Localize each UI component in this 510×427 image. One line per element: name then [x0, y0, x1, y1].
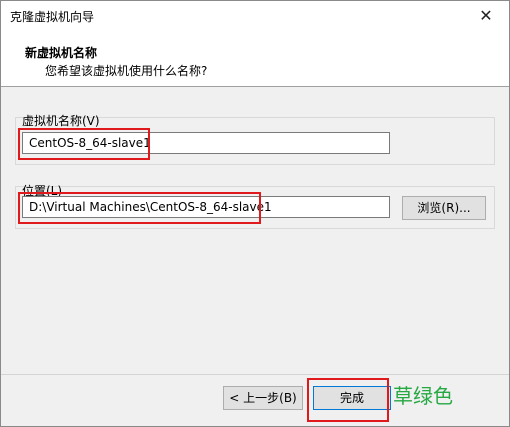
browse-button[interactable]: 浏览(R)... — [402, 196, 486, 220]
location-input-highlight — [18, 192, 261, 224]
footer-separator — [1, 374, 509, 375]
finish-button-highlight — [307, 378, 389, 422]
name-label: 虚拟机名称(V) — [22, 114, 100, 128]
watermark-text: 草绿色 — [393, 384, 453, 408]
title-bar: 克隆虚拟机向导 ✕ — [1, 1, 509, 31]
wizard-header: 新虚拟机名称 您希望该虚拟机使用什么名称? — [1, 31, 509, 87]
close-icon[interactable]: ✕ — [469, 3, 503, 29]
page-subtitle: 您希望该虚拟机使用什么名称? — [45, 64, 208, 78]
name-input-highlight — [18, 128, 150, 160]
clone-vm-wizard-dialog: 克隆虚拟机向导 ✕ 新虚拟机名称 您希望该虚拟机使用什么名称? 虚拟机名称(V)… — [0, 0, 510, 427]
back-button[interactable]: < 上一步(B) — [223, 386, 303, 410]
page-title: 新虚拟机名称 — [25, 46, 98, 60]
window-title: 克隆虚拟机向导 — [10, 10, 95, 24]
